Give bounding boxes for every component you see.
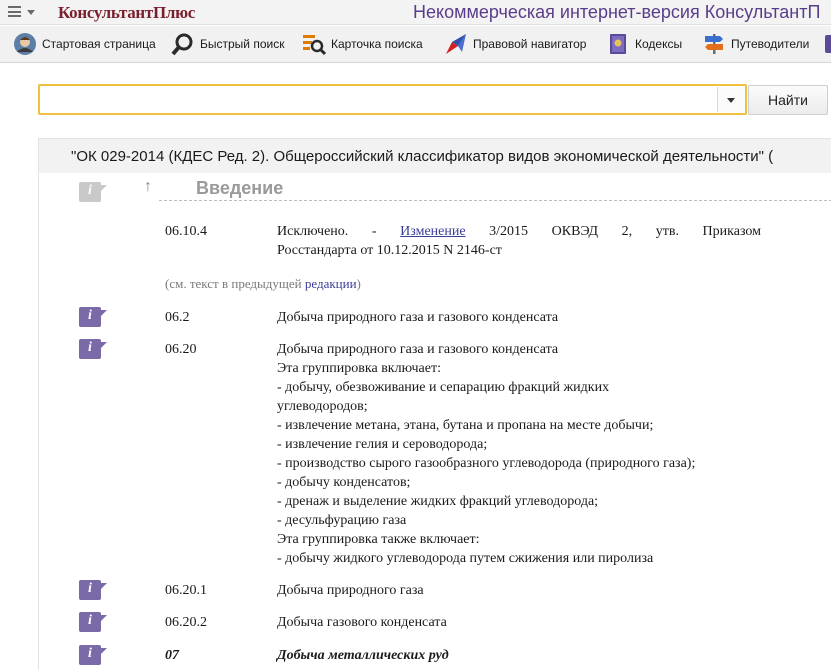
info-icon: i	[88, 581, 92, 596]
toolbar-label: Правовой навигатор	[473, 37, 587, 51]
entry-text: Добыча металлических руд	[277, 648, 449, 663]
entry-code: 06.2	[165, 310, 190, 325]
toolbar-label: Путеводители	[731, 37, 810, 51]
hamburger-icon	[8, 6, 21, 17]
entry-text: Добыча газового конденсата	[277, 615, 447, 630]
magnifier-icon	[171, 32, 195, 56]
search-history-dropdown[interactable]	[717, 87, 744, 112]
info-badge[interactable]: i	[79, 612, 107, 632]
main-toolbar: Стартовая страница Быстрый поиск Карточк…	[0, 26, 831, 63]
document-header: "ОК 029-2014 (КДЕС Ред. 2). Общероссийск…	[39, 139, 831, 173]
info-badge[interactable]: i	[79, 307, 107, 327]
more-tool-icon	[822, 32, 831, 56]
search-box	[38, 84, 747, 115]
toolbar-label: Карточка поиска	[331, 37, 423, 51]
site-title: Некоммерческая интернет-версия Консульта…	[413, 2, 821, 22]
section-divider	[159, 200, 831, 201]
toolbar-legal-navigator[interactable]: Правовой навигатор	[444, 31, 586, 57]
top-bar: КонсультантПлюс Некоммерческая интернет-…	[0, 0, 831, 25]
info-icon: i	[88, 613, 92, 628]
info-icon: i	[88, 340, 92, 355]
entry-code: 07	[165, 648, 179, 663]
entry-code: 06.20.1	[165, 583, 207, 598]
search-input[interactable]	[42, 88, 716, 111]
toolbar-label: Стартовая страница	[42, 37, 156, 51]
entry-text: Добыча природного газа и газового конден…	[277, 310, 559, 325]
toolbar-label: Быстрый поиск	[200, 37, 285, 51]
info-badge[interactable]: i	[79, 339, 107, 359]
toolbar-start-page[interactable]: Стартовая страница	[13, 31, 156, 57]
previous-edition-note: (см. текст в предыдущей редакции)	[165, 276, 361, 291]
toolbar-quick-search[interactable]: Быстрый поиск	[171, 31, 284, 57]
toolbar-label: Кодексы	[635, 37, 683, 51]
caret-down-icon	[27, 10, 35, 15]
previous-edition-link[interactable]: редакции	[305, 276, 357, 291]
main-menu-button[interactable]	[6, 4, 40, 20]
home-avatar-icon	[13, 32, 37, 56]
toolbar-search-card[interactable]: Карточка поиска	[302, 31, 423, 57]
entry-text: Добыча природного газа	[277, 583, 424, 598]
toolbar-guides[interactable]: Путеводители	[702, 31, 809, 57]
guides-signpost-icon	[702, 32, 726, 56]
consultant-logo[interactable]: КонсультантПлюс	[58, 3, 195, 23]
section-heading: Введение	[196, 178, 284, 198]
entry-code: 06.10.4	[165, 224, 207, 239]
toolbar-more[interactable]	[822, 31, 831, 57]
amendment-link[interactable]: Изменение	[400, 224, 465, 239]
search-card-icon	[302, 32, 327, 56]
codex-book-icon	[606, 32, 630, 56]
document-view: "ОК 029-2014 (КДЕС Ред. 2). Общероссийск…	[38, 138, 831, 670]
info-icon: i	[88, 308, 92, 323]
entry-code: 06.20	[165, 342, 197, 357]
info-icon: i	[88, 183, 92, 198]
document-title: "ОК 029-2014 (КДЕС Ред. 2). Общероссийск…	[71, 148, 774, 165]
navigator-compass-icon	[444, 32, 468, 56]
info-badge[interactable]: i	[79, 580, 107, 600]
excluded-text: Исключено. - Изменение 3/2015 ОКВЭД 2, у…	[277, 224, 761, 258]
find-button[interactable]: Найти	[748, 85, 828, 115]
info-badge[interactable]: i	[79, 182, 107, 202]
info-icon: i	[88, 646, 92, 661]
up-arrow-icon[interactable]: ↑	[144, 178, 152, 196]
entry-code: 06.20.2	[165, 615, 207, 630]
info-badge[interactable]: i	[79, 645, 107, 665]
excluded-text-line2: Росстандарта от 10.12.2015 N 2146-ст	[277, 243, 502, 258]
toolbar-codexes[interactable]: Кодексы	[606, 31, 682, 57]
entry-text-block: Добыча природного газа и газового конден…	[277, 342, 696, 566]
